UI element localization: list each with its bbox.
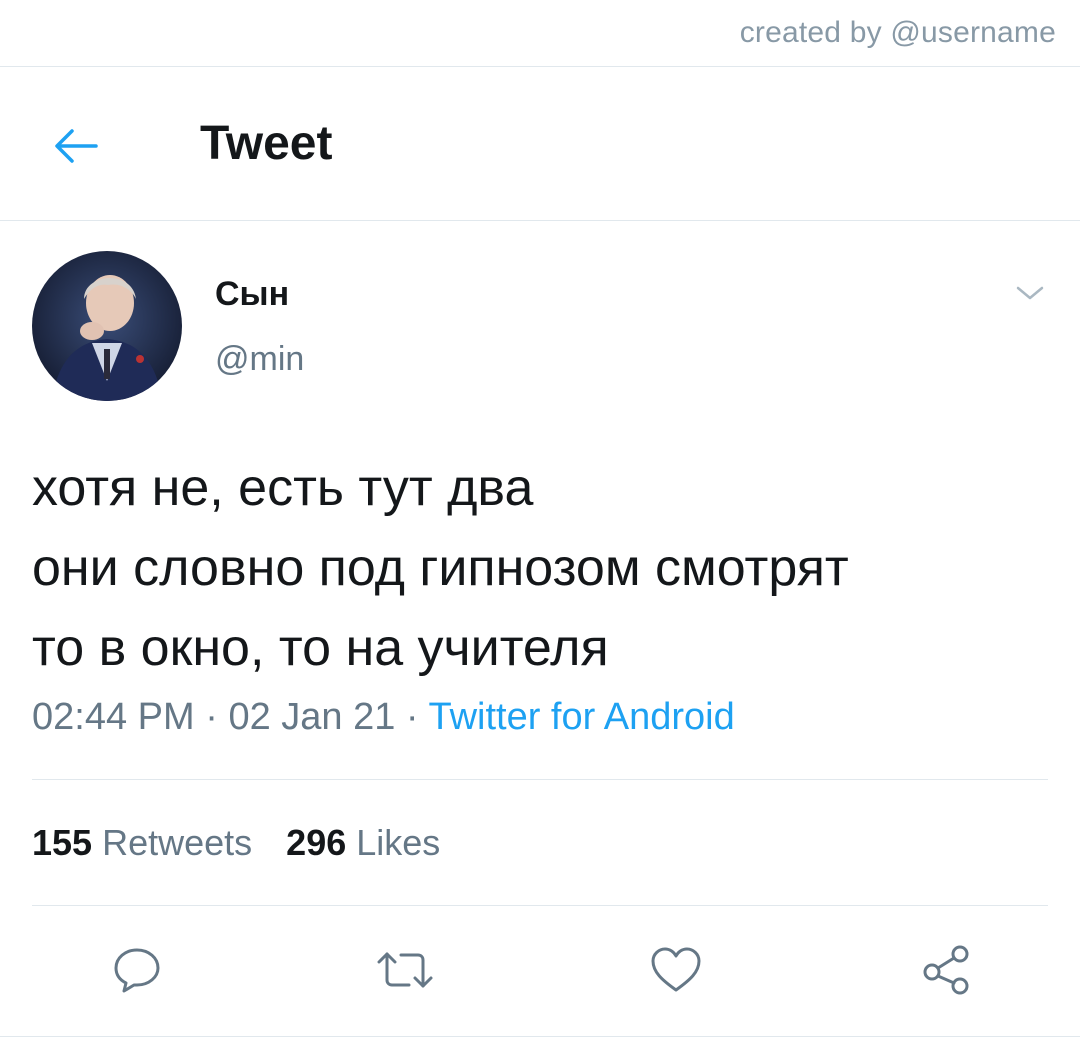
retweet-button[interactable]	[373, 938, 437, 1002]
likes-count: 296	[286, 822, 347, 863]
heart-icon	[651, 947, 701, 992]
tweet-text-line: они словно под гипнозом смотрят	[32, 539, 849, 597]
divider-bottom	[0, 1036, 1080, 1037]
author-handle[interactable]: @min	[215, 340, 304, 379]
tweet-options-button[interactable]	[1010, 278, 1050, 308]
likes-stat[interactable]: 296 Likes	[286, 822, 440, 863]
meta-separator: ·	[205, 696, 218, 738]
share-icon	[923, 945, 969, 995]
divider-stats-bottom	[32, 905, 1048, 906]
arrow-left-icon	[55, 129, 98, 163]
tweet-source-link[interactable]: Twitter for Android	[428, 696, 734, 738]
meta-separator: ·	[405, 696, 419, 738]
tweet-metadata: 02:44 PM · 02 Jan 21 · Twitter for Andro…	[32, 696, 735, 739]
divider-top	[0, 66, 1080, 67]
divider-header	[0, 220, 1080, 221]
reply-icon	[114, 948, 160, 993]
likes-label: Likes	[356, 822, 441, 863]
retweets-label: Retweets	[102, 822, 253, 863]
retweets-stat[interactable]: 155 Retweets	[32, 822, 252, 863]
tweet-stats: 155 Retweets 296 Likes	[32, 822, 440, 864]
like-button[interactable]	[644, 938, 708, 1002]
avatar[interactable]	[32, 251, 182, 401]
tweet-text-line: хотя не, есть тут два	[32, 459, 534, 517]
credit-watermark: created by @username	[739, 16, 1056, 49]
tweet-date: 02 Jan 21	[228, 696, 396, 738]
tweet-time: 02:44 PM	[32, 696, 195, 738]
divider-stats-top	[32, 779, 1048, 780]
author-display-name[interactable]: Сын	[215, 275, 289, 314]
tweet-text-line: то в окно, то на учителя	[32, 619, 609, 677]
reply-button[interactable]	[105, 938, 169, 1002]
page-title: Tweet	[200, 117, 333, 170]
retweets-count: 155	[32, 822, 93, 863]
retweet-icon	[377, 952, 433, 988]
avatar-image	[32, 251, 182, 401]
tweet-text: хотя не, есть тут два они словно под гип…	[32, 448, 1052, 688]
tweet-page: created by @username Tweet Сын @min хотя…	[0, 0, 1080, 1054]
chevron-down-icon	[1016, 286, 1044, 300]
back-button[interactable]	[48, 118, 104, 174]
share-button[interactable]	[914, 938, 978, 1002]
